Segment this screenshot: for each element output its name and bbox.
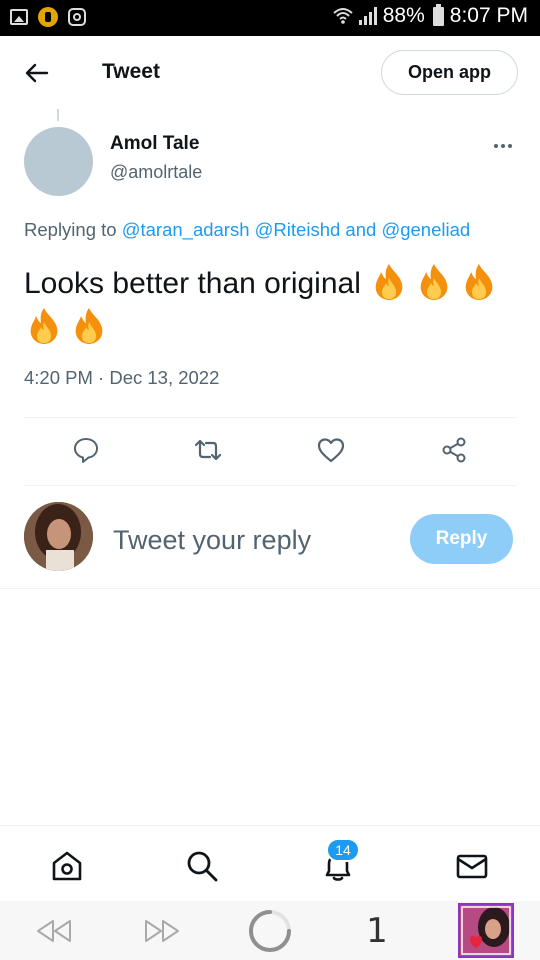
page-title: Tweet: [102, 60, 160, 83]
fire-emoji-icon: [375, 264, 403, 300]
browser-toolbar: 1: [0, 901, 540, 960]
signal-icon: [358, 7, 377, 25]
tweet-body: Looks better than original: [24, 262, 514, 350]
tweet-actions: [0, 433, 540, 471]
mention-joiner[interactable]: and: [345, 219, 376, 240]
fire-emoji-icon: [465, 264, 493, 300]
reply-button[interactable]: Reply: [410, 514, 513, 564]
wifi-icon: [333, 8, 353, 24]
fire-emoji-icon: [75, 308, 103, 344]
fire-emoji-icon: [30, 308, 58, 344]
app-notification-icon: [38, 7, 58, 27]
reply-icon[interactable]: [69, 433, 103, 467]
search-icon[interactable]: [182, 846, 222, 886]
reply-input[interactable]: [113, 522, 393, 558]
open-app-button[interactable]: Open app: [381, 50, 518, 95]
tweet-text: Looks better than original: [24, 267, 361, 300]
author-name[interactable]: Amol Tale: [110, 133, 199, 155]
gallery-notification-icon: [10, 9, 28, 25]
battery-icon: [432, 3, 444, 26]
user-avatar[interactable]: [24, 502, 93, 571]
clock: 8:07 PM: [449, 4, 528, 27]
replying-to: Replying to @taran_adarsh @Riteishd and …: [24, 219, 470, 241]
back-arrow-icon: [25, 63, 49, 83]
top-header: Tweet Open app: [0, 36, 540, 110]
profile-thumbnail[interactable]: [458, 903, 514, 958]
divider: [24, 417, 516, 418]
retweet-icon[interactable]: [191, 433, 225, 467]
rewind-icon[interactable]: [34, 911, 74, 951]
fast-forward-icon[interactable]: [142, 911, 182, 951]
mention-link[interactable]: @Riteishd: [255, 219, 341, 240]
thread-connector: [57, 109, 59, 121]
instagram-notification-icon: [68, 8, 86, 26]
author-avatar[interactable]: [24, 127, 93, 196]
replying-prefix: Replying to: [24, 219, 117, 240]
notification-icons: [10, 7, 86, 27]
home-icon[interactable]: [47, 846, 87, 886]
divider: [0, 588, 540, 589]
status-bar: 88% 8:07 PM: [0, 0, 540, 36]
back-button[interactable]: [22, 58, 52, 88]
bottom-navigation: 14: [0, 825, 540, 901]
tab-count[interactable]: 1: [362, 911, 392, 951]
loading-spinner-icon[interactable]: [247, 910, 293, 952]
system-status: 88% 8:07 PM: [333, 3, 528, 28]
share-icon[interactable]: [437, 433, 471, 467]
divider: [24, 485, 516, 486]
mention-link[interactable]: @taran_adarsh: [122, 219, 250, 240]
more-options-icon[interactable]: [490, 138, 516, 154]
author-handle[interactable]: @amolrtale: [110, 162, 202, 183]
notification-badge: 14: [326, 838, 360, 862]
mention-link[interactable]: @geneliad: [381, 219, 470, 240]
tweet-timestamp[interactable]: 4:20 PM · Dec 13, 2022: [24, 367, 219, 389]
messages-icon[interactable]: [452, 846, 492, 886]
like-icon[interactable]: [314, 433, 348, 467]
fire-emoji-icon: [420, 264, 448, 300]
battery-percent: 88%: [382, 4, 425, 27]
